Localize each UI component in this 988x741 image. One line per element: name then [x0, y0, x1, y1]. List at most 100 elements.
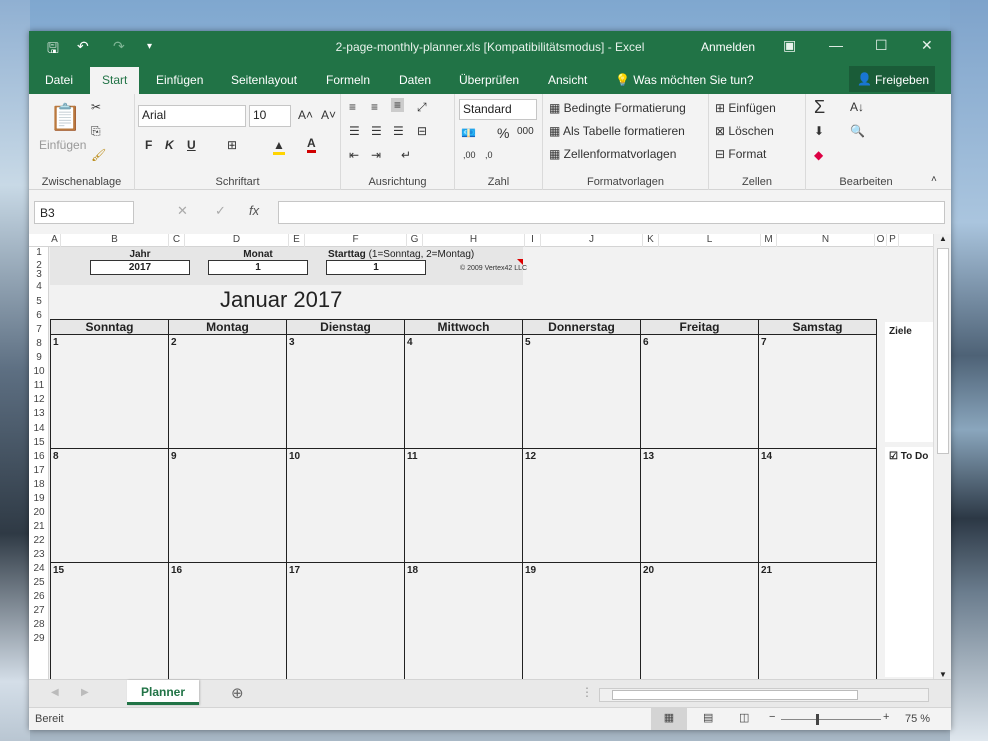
row-header[interactable]: 10	[29, 366, 49, 377]
column-header[interactable]: N	[777, 234, 875, 247]
row-header[interactable]: 9	[29, 352, 49, 363]
sheet-tab-planner[interactable]: Planner	[127, 680, 199, 705]
tab-start[interactable]: Start	[90, 67, 140, 94]
format-painter-icon[interactable]: 🖌	[91, 148, 106, 162]
row-header[interactable]: 8	[29, 338, 49, 349]
calendar-day-cell[interactable]: 2	[168, 334, 287, 449]
fill-color-icon[interactable]: ▲	[273, 138, 285, 155]
font-name-select[interactable]: Arial	[138, 105, 246, 127]
calendar-day-cell[interactable]: 17	[286, 562, 405, 679]
row-header[interactable]: 29	[29, 633, 49, 644]
merge-center-icon[interactable]: ⊟	[417, 124, 427, 138]
next-sheet-icon[interactable]: ▶	[81, 687, 89, 698]
row-header[interactable]: 20	[29, 507, 49, 518]
row-header[interactable]: 16	[29, 451, 49, 462]
tab-seitenlayout[interactable]: Seitenlayout	[231, 73, 297, 87]
monat-input[interactable]: 1	[208, 260, 308, 275]
calendar-day-cell[interactable]: 9	[168, 448, 287, 563]
horizontal-scrollbar-thumb[interactable]	[612, 690, 858, 700]
row-header[interactable]: 27	[29, 605, 49, 616]
calendar-day-cell[interactable]: 7	[758, 334, 877, 449]
tab-ansicht[interactable]: Ansicht	[548, 73, 587, 87]
split-handle-icon[interactable]: ⋮	[581, 685, 593, 699]
vertical-scrollbar[interactable]: ▲ ▼	[933, 234, 951, 679]
column-header[interactable]: O	[875, 234, 887, 247]
column-header[interactable]: G	[407, 234, 423, 247]
calendar-day-cell[interactable]: 6	[640, 334, 759, 449]
close-icon[interactable]: ✕	[921, 37, 933, 54]
underline-button[interactable]: U	[187, 138, 196, 152]
align-middle-icon[interactable]: ≡	[371, 100, 378, 114]
format-cells-button[interactable]: ⊟ Format	[715, 147, 766, 161]
delete-cells-button[interactable]: ⊠ Löschen	[715, 124, 774, 138]
collapse-ribbon-icon[interactable]: ˄	[931, 174, 937, 185]
sign-in-link[interactable]: Anmelden	[701, 40, 755, 54]
align-bottom-icon[interactable]: ≡	[391, 98, 405, 112]
column-header[interactable]: K	[643, 234, 659, 247]
align-top-icon[interactable]: ≡	[349, 100, 356, 114]
fill-icon[interactable]: ⬇	[814, 124, 824, 138]
row-header[interactable]: 17	[29, 465, 49, 476]
calendar-day-cell[interactable]: 14	[758, 448, 877, 563]
column-header[interactable]: B	[61, 234, 169, 247]
calendar-day-cell[interactable]: 12	[522, 448, 641, 563]
row-header[interactable]: 3	[29, 269, 49, 280]
starttag-input[interactable]: 1	[326, 260, 426, 275]
cut-icon[interactable]: ✂	[91, 100, 101, 114]
column-header[interactable]: E	[289, 234, 305, 247]
formula-input[interactable]	[278, 201, 945, 224]
calendar-day-cell[interactable]: 20	[640, 562, 759, 679]
tab-formeln[interactable]: Formeln	[326, 73, 370, 87]
page-layout-view-icon[interactable]: ▤	[703, 711, 713, 724]
add-sheet-icon[interactable]: ⊕	[231, 684, 244, 702]
name-box[interactable]: B3	[34, 201, 134, 224]
row-header[interactable]: 28	[29, 619, 49, 630]
paste-button[interactable]: Einfügen	[39, 138, 86, 152]
horizontal-scrollbar[interactable]	[599, 688, 929, 702]
calendar-day-cell[interactable]: 19	[522, 562, 641, 679]
row-header[interactable]: 14	[29, 423, 49, 434]
column-header[interactable]: J	[541, 234, 643, 247]
insert-function-button[interactable]: fx	[249, 203, 259, 218]
cell-styles-button[interactable]: ▦ Zellenformatvorlagen	[549, 147, 676, 161]
page-break-view-icon[interactable]: ◫	[739, 711, 749, 724]
calendar-day-cell[interactable]: 10	[286, 448, 405, 563]
orientation-icon[interactable]: ⤢	[417, 100, 427, 115]
font-color-icon[interactable]: A	[307, 136, 316, 153]
row-header[interactable]: 18	[29, 479, 49, 490]
tab-einfuegen[interactable]: Einfügen	[156, 73, 203, 87]
ribbon-display-options-icon[interactable]: ▣	[783, 37, 796, 54]
cancel-icon[interactable]: ✕	[177, 203, 188, 219]
find-select-icon[interactable]: 🔍	[850, 124, 865, 138]
conditional-format-button[interactable]: ▦ Bedingte Formatierung	[549, 101, 686, 115]
scroll-up-icon[interactable]: ▲	[939, 234, 947, 243]
zoom-level[interactable]: 75 %	[905, 713, 930, 725]
column-header[interactable]: H	[423, 234, 525, 247]
thousands-separator-icon[interactable]: 000	[517, 126, 534, 137]
zoom-out-icon[interactable]: −	[769, 711, 775, 723]
increase-decimal-icon[interactable]: ,00	[463, 150, 476, 160]
decrease-font-icon[interactable]: A˅	[321, 108, 336, 122]
row-header[interactable]: 24	[29, 563, 49, 574]
row-header[interactable]: 7	[29, 324, 49, 335]
calendar-day-cell[interactable]: 1	[50, 334, 169, 449]
insert-cells-button[interactable]: ⊞ Einfügen	[715, 101, 776, 115]
minimize-icon[interactable]: —	[829, 37, 843, 53]
increase-font-icon[interactable]: A˄	[298, 108, 313, 122]
calendar-day-cell[interactable]: 18	[404, 562, 523, 679]
zoom-slider-handle[interactable]	[816, 714, 819, 725]
row-header[interactable]: 4	[29, 281, 49, 292]
scroll-down-icon[interactable]: ▼	[939, 670, 947, 679]
share-button[interactable]: 👤 Freigeben	[849, 66, 935, 92]
maximize-icon[interactable]: ☐	[875, 37, 888, 54]
autosum-icon[interactable]: Σ	[814, 97, 825, 118]
normal-view-icon[interactable]: ▦	[651, 708, 687, 730]
row-header[interactable]: 13	[29, 408, 49, 419]
calendar-day-cell[interactable]: 16	[168, 562, 287, 679]
calendar-day-cell[interactable]: 8	[50, 448, 169, 563]
calendar-day-cell[interactable]: 11	[404, 448, 523, 563]
paste-icon[interactable]: 📋	[49, 102, 81, 133]
column-header[interactable]: D	[185, 234, 289, 247]
row-header[interactable]: 22	[29, 535, 49, 546]
calendar-day-cell[interactable]: 13	[640, 448, 759, 563]
